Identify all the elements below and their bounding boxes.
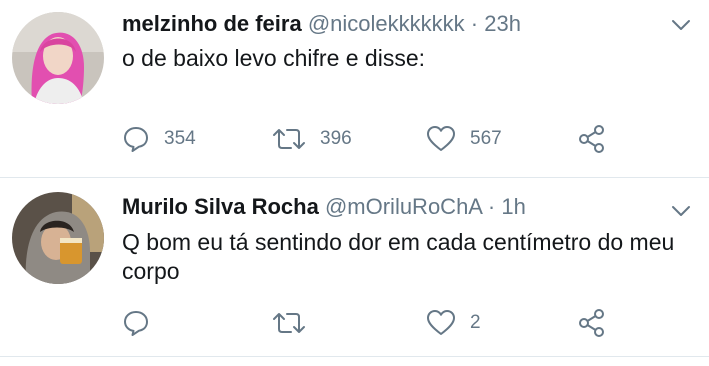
chevron-down-icon[interactable] — [671, 18, 691, 30]
retweet-icon — [272, 125, 306, 153]
user-handle[interactable]: @mOriluRoChA — [325, 194, 482, 219]
tweet-header: Murilo Silva Rocha @mOriluRoChA · 1h — [122, 194, 526, 220]
tweet-header: melzinho de feira @nicolekkkkkkk · 23h — [122, 11, 521, 37]
retweet-button[interactable] — [272, 308, 320, 338]
divider — [0, 356, 709, 357]
avatar[interactable] — [12, 12, 104, 104]
tweet[interactable]: Murilo Silva Rocha @mOriluRoChA · 1h Q b… — [0, 178, 709, 354]
share-button[interactable] — [578, 124, 606, 154]
reply-count: 354 — [164, 128, 196, 149]
like-button[interactable]: 567 — [426, 124, 502, 154]
tweet-text: Q bom eu tá sentindo dor em cada centíme… — [122, 229, 675, 284]
tweet-text: o de baixo levo chifre e disse: — [122, 45, 426, 71]
share-icon — [578, 308, 606, 338]
heart-icon — [426, 125, 456, 153]
display-name[interactable]: melzinho de feira — [122, 11, 302, 36]
retweet-icon — [272, 309, 306, 337]
chevron-down-icon[interactable] — [671, 204, 691, 216]
like-count: 2 — [470, 312, 481, 333]
retweet-count: 396 — [320, 128, 352, 149]
share-button[interactable] — [578, 308, 606, 338]
share-icon — [578, 124, 606, 154]
timestamp[interactable]: 23h — [484, 11, 521, 36]
display-name[interactable]: Murilo Silva Rocha — [122, 194, 319, 219]
like-button[interactable]: 2 — [426, 308, 481, 338]
tweet[interactable]: melzinho de feira @nicolekkkkkkk · 23h o… — [0, 0, 709, 178]
like-count: 567 — [470, 128, 502, 149]
user-handle[interactable]: @nicolekkkkkkk — [308, 11, 465, 36]
reply-button[interactable] — [122, 308, 164, 338]
retweet-button[interactable]: 396 — [272, 124, 352, 154]
tweet-actions: 354 396 567 — [122, 124, 642, 154]
avatar[interactable] — [12, 192, 104, 284]
reply-icon — [122, 125, 150, 153]
separator-dot: · — [487, 194, 496, 219]
reply-icon — [122, 309, 150, 337]
timestamp[interactable]: 1h — [501, 194, 525, 219]
tweet-actions: 2 — [122, 308, 642, 338]
heart-icon — [426, 309, 456, 337]
reply-button[interactable]: 354 — [122, 124, 196, 154]
separator-dot: · — [470, 11, 479, 36]
